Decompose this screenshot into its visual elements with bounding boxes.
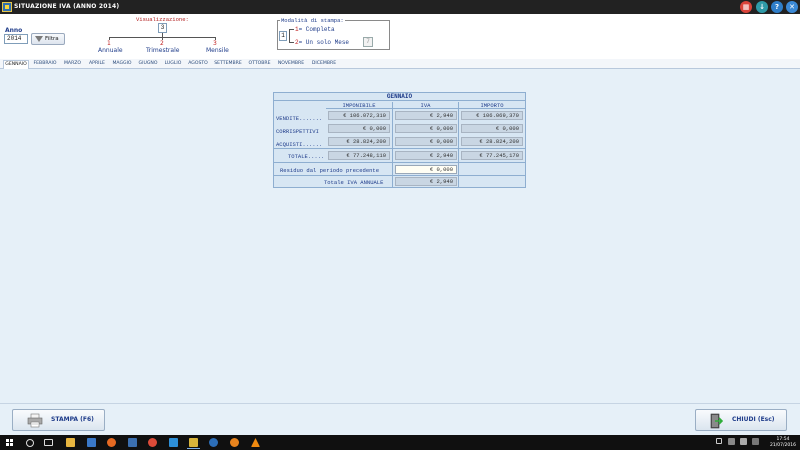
visualizzazione-input[interactable]: 3 bbox=[158, 23, 167, 33]
cell-acquisti-importo: € 28.824,200 bbox=[461, 137, 523, 146]
cell-totale-iva: € 2,940 bbox=[395, 151, 457, 160]
option-label: = Un solo Mese bbox=[298, 39, 350, 46]
firefox-icon[interactable] bbox=[107, 438, 116, 447]
filter-icon bbox=[35, 36, 43, 42]
window-title: SITUAZIONE IVA (ANNO 2014) bbox=[14, 3, 120, 10]
cell-corrispettivi-imponibile: € 0,000 bbox=[328, 124, 390, 133]
option-number: 2 bbox=[160, 40, 164, 47]
option-trimestrale: Trimestrale bbox=[146, 47, 180, 54]
app-logo-icon bbox=[2, 2, 12, 12]
search-icon[interactable] bbox=[26, 439, 34, 447]
chiudi-label: CHIUDI (Esc) bbox=[732, 416, 775, 423]
tab-ottobre[interactable]: OTTOBRE bbox=[246, 60, 273, 69]
row-divider bbox=[274, 148, 525, 149]
cell-vendite-iva: € 2,940 bbox=[395, 111, 457, 120]
task-view-icon[interactable] bbox=[44, 439, 53, 446]
app-icon[interactable] bbox=[128, 438, 137, 447]
iva-summary-panel: GENNAIO IMPONIBILE IVA IMPORTO VENDITE..… bbox=[273, 92, 526, 188]
start-icon[interactable] bbox=[6, 439, 13, 446]
stampa-button[interactable]: STAMPA (F6) bbox=[12, 409, 105, 431]
cell-vendite-importo: € 106.069,370 bbox=[461, 111, 523, 120]
file-explorer-icon[interactable] bbox=[66, 438, 75, 447]
option-un-solo-mese: 2= Un solo Mese bbox=[295, 39, 349, 46]
option-annuale: Annuale bbox=[98, 47, 123, 54]
option-mensile: Mensile bbox=[206, 47, 229, 54]
clock-date: 21/07/2016 bbox=[770, 442, 796, 448]
visualizzazione-label: Visualizzazione: bbox=[136, 16, 189, 23]
row-divider bbox=[274, 175, 525, 176]
bracket-line bbox=[289, 29, 294, 43]
cell-totale-imponibile: € 77.248,110 bbox=[328, 151, 390, 160]
cell-totale-importo: € 77.245,170 bbox=[461, 151, 523, 160]
printer-icon bbox=[27, 413, 43, 428]
totale-annuale-value: € 2,940 bbox=[395, 177, 457, 186]
residuo-label: Residuo dal periodo precedente bbox=[280, 167, 380, 174]
row-label-totale: TOTALE..... bbox=[288, 153, 325, 160]
cell-acquisti-imponibile: € 28.824,200 bbox=[328, 137, 390, 146]
exit-door-icon bbox=[710, 413, 723, 429]
chrome-icon[interactable] bbox=[148, 438, 157, 447]
tab-dicembre[interactable]: DICEMBRE bbox=[309, 60, 339, 69]
volume-icon[interactable] bbox=[740, 438, 747, 445]
column-header-iva: IVA bbox=[393, 102, 458, 109]
tab-settembre[interactable]: SETTEMBRE bbox=[212, 60, 244, 69]
anno-label: Anno bbox=[5, 27, 23, 34]
close-icon[interactable]: ✕ bbox=[786, 1, 798, 13]
option-number: 3 bbox=[213, 40, 217, 47]
tab-giugno[interactable]: GIUGNO bbox=[136, 60, 160, 69]
main-area: GENNAIO IMPONIBILE IVA IMPORTO VENDITE..… bbox=[0, 69, 800, 403]
residuo-input[interactable]: € 0,000 bbox=[395, 165, 457, 174]
cell-acquisti-iva: € 0,000 bbox=[395, 137, 457, 146]
edge-icon[interactable] bbox=[169, 438, 178, 447]
chiudi-button[interactable]: CHIUDI (Esc) bbox=[695, 409, 787, 431]
vlc-icon[interactable] bbox=[251, 438, 260, 447]
notification-icon[interactable] bbox=[716, 438, 722, 444]
cell-corrispettivi-importo: € 0,000 bbox=[461, 124, 523, 133]
option-completa: 1= Completa bbox=[295, 26, 335, 33]
filtra-label: Filtra bbox=[45, 36, 59, 42]
app-icon[interactable] bbox=[230, 438, 239, 447]
tab-marzo[interactable]: MARZO bbox=[61, 60, 84, 69]
column-header-imponibile: IMPONIBILE bbox=[326, 102, 392, 109]
month-input[interactable]: 7 bbox=[363, 37, 373, 47]
cell-vendite-imponibile: € 106.072,310 bbox=[328, 111, 390, 120]
tab-luglio[interactable]: LUGLIO bbox=[162, 60, 184, 69]
cell-corrispettivi-iva: € 0,000 bbox=[395, 124, 457, 133]
system-clock[interactable]: 17:54 21/07/2016 bbox=[768, 437, 798, 448]
network-icon[interactable] bbox=[728, 438, 735, 445]
option-label: = Completa bbox=[298, 26, 335, 33]
help-icon[interactable]: ? bbox=[771, 1, 783, 13]
row-divider bbox=[274, 162, 525, 163]
app-icon[interactable] bbox=[209, 438, 218, 447]
column-header-importo: IMPORTO bbox=[459, 102, 525, 109]
panel-title: GENNAIO bbox=[274, 93, 525, 101]
tab-maggio[interactable]: MAGGIO bbox=[110, 60, 134, 69]
row-label-vendite: VENDITE....... bbox=[276, 115, 323, 122]
tab-agosto[interactable]: AGOSTO bbox=[186, 60, 210, 69]
keyboard-icon[interactable] bbox=[752, 438, 759, 445]
taskbar: 17:54 21/07/2016 bbox=[0, 435, 800, 450]
row-label-corrispettivi: CORRISPETTIVI bbox=[276, 128, 319, 135]
filter-panel: Anno 2014 Filtra Visualizzazione: 3 1 2 … bbox=[0, 14, 800, 59]
tab-aprile[interactable]: APRILE bbox=[86, 60, 108, 69]
tab-febbraio[interactable]: FEBBRAIO bbox=[31, 60, 59, 69]
action-bar: STAMPA (F6) CHIUDI (Esc) bbox=[0, 403, 800, 435]
totale-annuale-label: Totale IVA ANNUALE bbox=[324, 179, 384, 186]
modalita-label: Modalità di stampa: bbox=[280, 17, 345, 24]
store-icon[interactable] bbox=[87, 438, 96, 447]
month-tabs: GENNAIO FEBBRAIO MARZO APRILE MAGGIO GIU… bbox=[0, 59, 800, 69]
anno-input[interactable]: 2014 bbox=[4, 34, 28, 44]
app-icon[interactable] bbox=[187, 438, 200, 449]
calculator-icon[interactable]: ▦ bbox=[740, 1, 752, 13]
option-number: 1 bbox=[107, 40, 111, 47]
download-icon[interactable]: ↓ bbox=[756, 1, 768, 13]
tab-novembre[interactable]: NOVEMBRE bbox=[275, 60, 307, 69]
tab-gennaio[interactable]: GENNAIO bbox=[3, 60, 29, 69]
row-label-acquisti: ACQUISTI...... bbox=[276, 141, 323, 148]
filtra-button[interactable]: Filtra bbox=[31, 33, 65, 45]
modalita-input[interactable]: 1 bbox=[279, 31, 287, 41]
stampa-label: STAMPA (F6) bbox=[51, 416, 94, 423]
title-bar: SITUAZIONE IVA (ANNO 2014) ▦ ↓ ? ✕ bbox=[0, 0, 800, 14]
